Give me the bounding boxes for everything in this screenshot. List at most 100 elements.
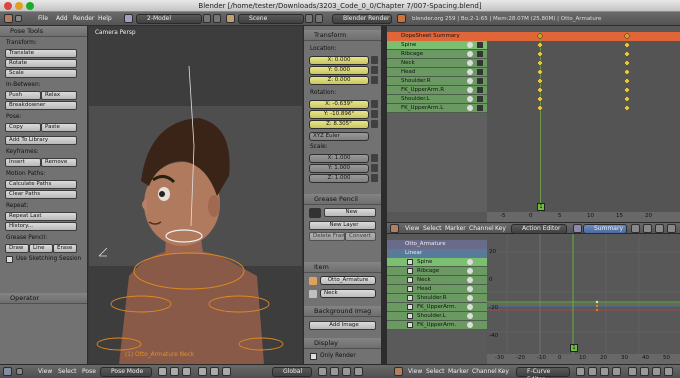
snap-icon[interactable] <box>640 367 649 376</box>
transform-panel-header[interactable]: Transform <box>304 30 381 41</box>
location-z-field[interactable]: Z: 0.000 <box>309 76 369 85</box>
history-button[interactable]: History... <box>5 222 77 231</box>
menu-key[interactable]: Key <box>498 365 509 378</box>
breakdowner-button[interactable]: Breakdowner <box>5 101 77 110</box>
item-panel-header[interactable]: Item <box>304 262 381 273</box>
filter-icon[interactable] <box>612 367 621 376</box>
render-engine-select[interactable]: Blender Render <box>332 14 392 24</box>
convert-button[interactable]: Convert <box>345 232 376 241</box>
lock-icon[interactable] <box>371 154 378 162</box>
keyframe-marker[interactable] <box>623 59 631 67</box>
graph-channel-row[interactable]: Shoulder.R <box>387 294 487 303</box>
channel-checkbox[interactable] <box>407 277 413 283</box>
remove-screen-icon[interactable] <box>213 14 221 23</box>
scene-select[interactable]: Scene <box>238 14 304 24</box>
menu-view[interactable]: View <box>405 225 419 232</box>
push-button[interactable]: Push <box>5 91 41 100</box>
graph-frame-indicator[interactable]: 1 <box>570 344 578 352</box>
pivot-icon[interactable] <box>628 367 637 376</box>
add-screen-icon[interactable] <box>203 14 211 23</box>
menu-select[interactable]: Select <box>423 225 442 232</box>
translate-button[interactable]: Translate <box>5 49 77 58</box>
menu-help[interactable]: Help <box>98 12 112 26</box>
visibility-icon[interactable] <box>467 304 473 310</box>
location-x-field[interactable]: X: 0.000 <box>309 56 369 65</box>
add-scene-icon[interactable] <box>305 14 313 23</box>
grease-pencil-panel-header[interactable]: Grease Pencil <box>304 194 381 205</box>
channel-checkbox[interactable] <box>407 295 413 301</box>
channel-checkbox[interactable] <box>407 313 413 319</box>
view3d-editor-icon[interactable] <box>3 367 12 376</box>
close-window-icon[interactable] <box>4 2 12 10</box>
menu-select[interactable]: Select <box>58 365 77 378</box>
clear-paths-button[interactable]: Clear Paths <box>5 190 77 199</box>
graph-channel-row[interactable]: Ribcage <box>387 267 487 276</box>
graph-channel-row[interactable]: Neck <box>387 276 487 285</box>
insert-keyframe-button[interactable]: Insert <box>5 158 41 167</box>
calculate-paths-button[interactable]: Calculate Paths <box>5 180 77 189</box>
channel-checkbox[interactable] <box>407 259 413 265</box>
graph-channel-row[interactable]: FK_UpperArm. <box>387 303 487 312</box>
keyframe-marker[interactable] <box>536 50 544 58</box>
graph-channel-row[interactable]: Head <box>387 285 487 294</box>
remove-keyframe-button[interactable]: Remove <box>41 158 77 167</box>
channel-checkbox[interactable] <box>407 322 413 328</box>
filter-icon[interactable] <box>643 224 652 233</box>
new-layer-button[interactable]: New Layer <box>309 221 376 230</box>
filter-icon[interactable] <box>588 367 597 376</box>
keyframe-marker[interactable] <box>536 68 544 76</box>
graph-channel-row[interactable]: Shoulder.L <box>387 312 487 321</box>
keyframe-marker[interactable] <box>623 41 631 49</box>
scale-z-field[interactable]: Z: 1.000 <box>309 174 369 183</box>
channel-checkbox[interactable] <box>407 268 413 274</box>
menu-channel[interactable]: Channel <box>469 225 494 232</box>
graph-channel-row[interactable]: FK_UpperArm. <box>387 321 487 330</box>
graph-mode-select[interactable]: F-Curve Editor <box>516 367 570 378</box>
lock-icon[interactable] <box>371 66 378 74</box>
3d-viewport[interactable]: Camera Persp (1) Otto_Armature Neck <box>89 26 302 364</box>
lock-icon[interactable] <box>371 120 378 128</box>
collapse-menu-icon[interactable] <box>16 368 23 375</box>
erase-button[interactable]: Erase <box>53 244 77 253</box>
bone-name-field[interactable]: Neck <box>320 289 376 298</box>
keyframe-marker[interactable] <box>623 68 631 76</box>
operator-header[interactable]: Operator <box>0 293 87 304</box>
visibility-icon[interactable] <box>467 295 473 301</box>
paste-keys-icon[interactable] <box>664 367 673 376</box>
editor-type-icon[interactable] <box>4 14 13 23</box>
visibility-icon[interactable] <box>467 322 473 328</box>
rotation-y-field[interactable]: Y: -10.896° <box>309 110 369 119</box>
lock-icon[interactable] <box>371 110 378 118</box>
lock-icon[interactable] <box>371 76 378 84</box>
location-y-field[interactable]: Y: 0.000 <box>309 66 369 75</box>
scale-x-field[interactable]: X: 1.000 <box>309 154 369 163</box>
copy-pose-button[interactable]: Copy <box>5 123 41 132</box>
filter-icon[interactable] <box>631 224 640 233</box>
orientation-select[interactable]: Global <box>272 367 312 377</box>
current-frame-indicator[interactable]: 1 <box>537 203 545 211</box>
pivot-icon[interactable] <box>170 367 179 376</box>
grease-pencil-icon[interactable] <box>309 208 321 218</box>
object-name-field[interactable]: Otto_Armature <box>320 276 376 285</box>
summary-toggle[interactable]: Summary <box>583 224 627 234</box>
filter-icon[interactable] <box>655 224 664 233</box>
keyframe-marker[interactable] <box>536 77 544 85</box>
translate-manipulator-icon[interactable] <box>198 367 207 376</box>
keyframe-marker[interactable] <box>536 104 544 112</box>
screen-layout-icon[interactable] <box>124 14 133 23</box>
lock-icon[interactable] <box>371 56 378 64</box>
menu-render[interactable]: Render <box>73 12 94 26</box>
minimize-window-icon[interactable] <box>15 2 23 10</box>
graph-editor[interactable]: Otto_Armature Linear Spine Ribcage Neck Hea… <box>387 234 680 364</box>
scale-manipulator-icon[interactable] <box>222 367 231 376</box>
menu-marker[interactable]: Marker <box>445 225 466 232</box>
menu-pose[interactable]: Pose <box>82 365 96 378</box>
menu-select[interactable]: Select <box>426 365 445 378</box>
keyframe-marker[interactable] <box>536 59 544 67</box>
menu-add[interactable]: Add <box>56 12 68 26</box>
dopesheet-editor-icon[interactable] <box>390 224 399 233</box>
graph-editor-icon[interactable] <box>394 367 403 376</box>
rotate-button[interactable]: Rotate <box>5 59 77 68</box>
new-grease-pencil-button[interactable]: New <box>324 208 376 217</box>
visibility-icon[interactable] <box>467 286 473 292</box>
